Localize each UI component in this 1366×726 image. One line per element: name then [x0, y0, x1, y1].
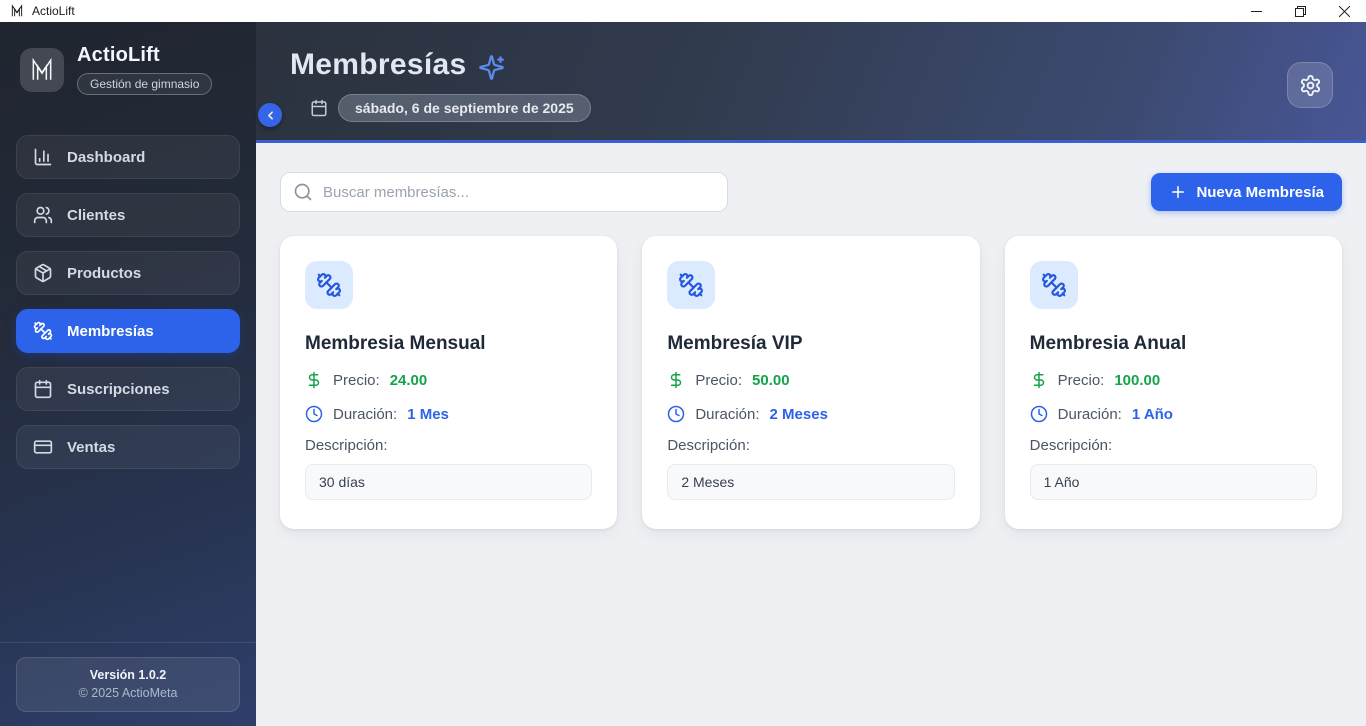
dumbbell-icon — [667, 261, 715, 309]
brand-block: ActioLift Gestión de gimnasio — [0, 22, 256, 113]
window-titlebar: ActioLift — [0, 0, 1366, 22]
description-value: 1 Año — [1030, 464, 1317, 500]
price-value: 24.00 — [390, 372, 428, 389]
clock-icon — [1030, 405, 1048, 423]
membership-title: Membresía VIP — [667, 333, 954, 355]
membership-title: Membresia Mensual — [305, 333, 592, 355]
sidebar-item-suscripciones[interactable]: Suscripciones — [16, 367, 240, 411]
description-value: 2 Meses — [667, 464, 954, 500]
version-label: Versión 1.0.2 — [25, 668, 231, 682]
duration-label: Duración: — [1058, 406, 1122, 423]
sidebar-item-dashboard[interactable]: Dashboard — [16, 135, 240, 179]
package-icon — [33, 263, 53, 283]
page-title: Membresías — [290, 48, 466, 82]
sidebar-item-label: Ventas — [67, 439, 115, 456]
new-membership-button[interactable]: Nueva Membresía — [1151, 173, 1342, 211]
price-label: Precio: — [1058, 372, 1105, 389]
plus-icon — [1169, 183, 1187, 201]
minimize-button[interactable] — [1234, 0, 1278, 22]
dumbbell-icon — [305, 261, 353, 309]
clock-icon — [667, 405, 685, 423]
restore-button[interactable] — [1278, 0, 1322, 22]
duration-label: Duración: — [695, 406, 759, 423]
sidebar-item-membresias[interactable]: Membresías — [16, 309, 240, 353]
search-icon — [293, 182, 313, 202]
app-name: ActioLift — [77, 44, 212, 67]
actiolift-logo-icon — [20, 48, 64, 92]
sidebar: ActioLift Gestión de gimnasio Dashboard … — [0, 22, 256, 726]
version-box: Versión 1.0.2 © 2025 ActioMeta — [16, 657, 240, 712]
bar-chart-icon — [33, 147, 53, 167]
chevron-left-icon — [264, 109, 277, 122]
close-button[interactable] — [1322, 0, 1366, 22]
sidebar-collapse-button[interactable] — [258, 103, 282, 127]
description-label: Descripción: — [305, 437, 592, 454]
membership-title: Membresia Anual — [1030, 333, 1317, 355]
duration-label: Duración: — [333, 406, 397, 423]
sidebar-item-productos[interactable]: Productos — [16, 251, 240, 295]
copyright-label: © 2025 ActioMeta — [25, 686, 231, 700]
sidebar-item-label: Suscripciones — [67, 381, 170, 398]
description-label: Descripción: — [667, 437, 954, 454]
sidebar-item-label: Membresías — [67, 323, 154, 340]
main-content: Nueva Membresía — [256, 143, 1366, 726]
users-icon — [33, 205, 53, 225]
duration-value: 1 Mes — [407, 406, 449, 423]
sparkles-icon — [478, 54, 505, 81]
gear-icon — [1299, 74, 1322, 97]
window-title: ActioLift — [32, 4, 75, 18]
membership-card: Membresía VIP Precio: 50.00 Duración: — [642, 236, 979, 529]
credit-card-icon — [33, 437, 53, 457]
page-header: Membresías sábado, 6 de septiembre de 20… — [256, 22, 1366, 143]
sidebar-item-clientes[interactable]: Clientes — [16, 193, 240, 237]
price-value: 50.00 — [752, 372, 790, 389]
price-label: Precio: — [333, 372, 380, 389]
dollar-icon — [305, 371, 323, 389]
membership-card-list: Membresia Mensual Precio: 24.00 Duración… — [280, 236, 1342, 529]
app-subtitle-badge: Gestión de gimnasio — [77, 73, 212, 95]
description-value: 30 días — [305, 464, 592, 500]
sidebar-item-label: Productos — [67, 265, 141, 282]
current-date-badge: sábado, 6 de septiembre de 2025 — [338, 94, 591, 122]
dumbbell-icon — [33, 321, 53, 341]
settings-button[interactable] — [1287, 62, 1333, 108]
membership-card: Membresia Mensual Precio: 24.00 Duración… — [280, 236, 617, 529]
sidebar-footer: Versión 1.0.2 © 2025 ActioMeta — [0, 642, 256, 726]
description-label: Descripción: — [1030, 437, 1317, 454]
price-label: Precio: — [695, 372, 742, 389]
dollar-icon — [667, 371, 685, 389]
duration-value: 1 Año — [1132, 406, 1173, 423]
sidebar-item-ventas[interactable]: Ventas — [16, 425, 240, 469]
duration-value: 2 Meses — [770, 406, 828, 423]
new-membership-label: Nueva Membresía — [1196, 184, 1324, 201]
dumbbell-icon — [1030, 261, 1078, 309]
sidebar-item-label: Dashboard — [67, 149, 145, 166]
app-logo-icon — [10, 4, 24, 18]
calendar-icon — [33, 379, 53, 399]
sidebar-nav: Dashboard Clientes Productos Membresías — [0, 113, 256, 469]
toolbar: Nueva Membresía — [280, 172, 1342, 212]
membership-card: Membresia Anual Precio: 100.00 Duración: — [1005, 236, 1342, 529]
calendar-icon — [310, 99, 328, 117]
sidebar-item-label: Clientes — [67, 207, 125, 224]
clock-icon — [305, 405, 323, 423]
price-value: 100.00 — [1114, 372, 1160, 389]
dollar-icon — [1030, 371, 1048, 389]
search-input[interactable] — [280, 172, 728, 212]
